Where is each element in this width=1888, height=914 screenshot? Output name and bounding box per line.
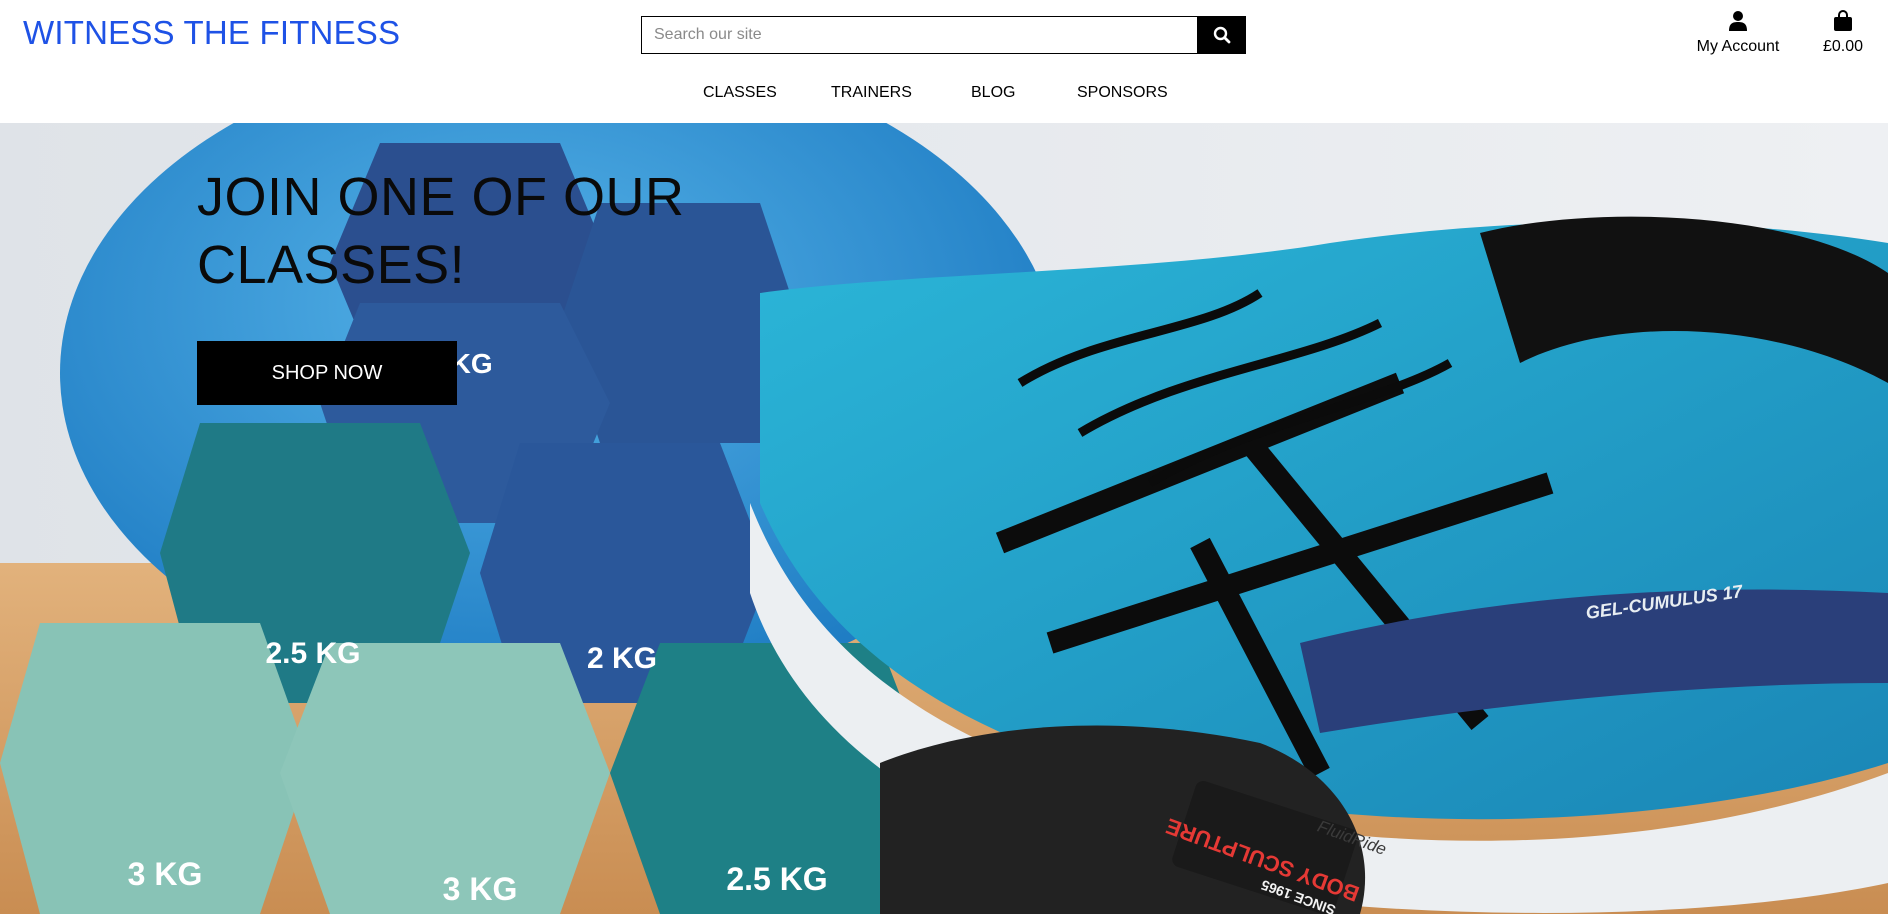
search-form [641,16,1246,54]
nav-item-classes[interactable]: CLASSES [703,84,777,102]
shop-now-button[interactable]: SHOP NOW [197,341,457,405]
shopping-bag-link[interactable]: £0.00 [1818,10,1868,56]
my-account-label: My Account [1696,38,1780,55]
svg-text:3 KG: 3 KG [443,871,518,907]
hero-banner: 2 KG 2.5 KG 2 KG 3 KG 3 KG 2.5 KG GEL-CU… [0,123,1888,914]
nav-item-blog[interactable]: BLOG [971,84,1015,102]
svg-text:3 KG: 3 KG [128,856,203,892]
hero-title: JOIN ONE OF OUR CLASSES! [197,167,685,295]
search-button[interactable] [1197,16,1246,54]
search-icon [1213,26,1230,44]
svg-text:2.5 KG: 2.5 KG [726,861,827,897]
nav-item-trainers[interactable]: TRAINERS [831,84,912,102]
nav-item-sponsors[interactable]: SPONSORS [1077,84,1168,102]
my-account-link[interactable]: My Account [1690,10,1786,56]
svg-text:2 KG: 2 KG [587,642,657,675]
bag-total: £0.00 [1822,38,1864,55]
site-header: WITNESS THE FITNESS My Account £0.00 [0,0,1888,123]
user-icon [1729,11,1747,31]
search-input[interactable] [641,16,1197,54]
shopping-bag-icon [1834,10,1852,31]
site-logo[interactable]: WITNESS THE FITNESS [23,14,400,52]
svg-text:2.5 KG: 2.5 KG [265,637,360,670]
